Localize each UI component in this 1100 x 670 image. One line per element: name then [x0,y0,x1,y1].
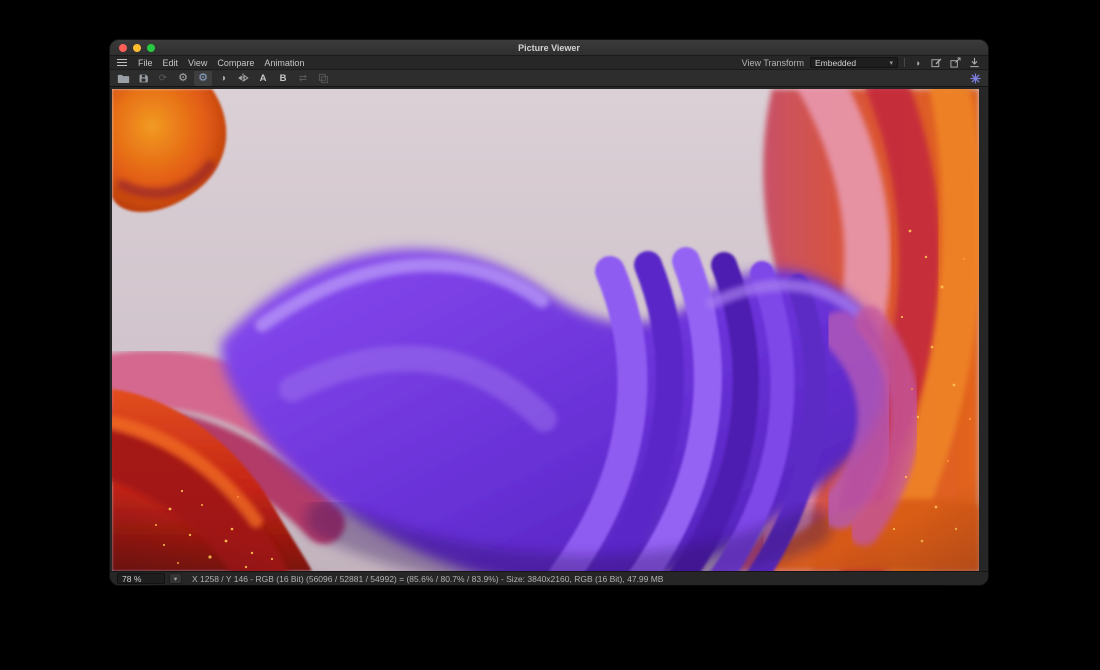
zoom-dropdown-button[interactable]: ▾ [169,573,182,584]
version-b-button[interactable]: B [274,71,292,86]
compare-contrast-button[interactable]: ◑ [214,71,232,86]
window-title: Picture Viewer [110,43,988,53]
folder-icon [117,73,130,84]
save-button[interactable] [134,71,152,86]
display-filter-button[interactable]: ◑ [911,57,924,69]
download-icon [969,57,980,68]
status-info-text: X 1258 / Y 146 - RGB (16 Bit) (56096 / 5… [192,574,663,584]
view-transform-value: Embedded [815,58,856,68]
copy-icon [318,73,329,84]
view-transform-dropdown[interactable]: Embedded ▾ [810,57,898,68]
panel-settings-button[interactable] [966,71,984,86]
statusbar: 78 % ▾ X 1258 / Y 146 - RGB (16 Bit) (56… [110,571,988,585]
menu-animation[interactable]: Animation [264,58,304,68]
swap-ab-button[interactable]: ⇄ [294,71,312,86]
swap-icon: ⇄ [299,73,307,84]
chevron-down-icon: ▾ [889,59,893,67]
view-transform-label: View Transform [742,58,804,68]
blue-asterisk-icon [970,73,981,84]
gear-icon: ⚙ [198,73,208,84]
download-button[interactable] [968,57,981,69]
contrast-icon: ◑ [915,58,920,68]
pen-square-icon [931,57,942,68]
separator [904,58,905,67]
titlebar[interactable]: Picture Viewer [110,40,988,56]
zoom-level-field[interactable]: 78 % [117,573,165,584]
open-in-new-button[interactable] [949,57,962,69]
gear-icon: ⚙ [178,73,188,84]
picture-viewer-window: Picture Viewer File Edit View Compare An… [110,40,988,585]
menu-file[interactable]: File [138,58,153,68]
toolbar: ⟳ ⚙ ⚙ ◑ A B ⇄ [110,70,988,87]
menubar: File Edit View Compare Animation View Tr… [110,56,988,70]
contrast-icon: ◑ [220,73,226,84]
mirror-icon [237,72,249,84]
version-a-button[interactable]: A [254,71,272,86]
menubar-right-controls: View Transform Embedded ▾ ◑ [742,57,981,69]
zoom-value: 78 % [122,574,141,584]
desktop-background: Picture Viewer File Edit View Compare An… [0,0,1100,670]
menu-view[interactable]: View [188,58,207,68]
menu-compare[interactable]: Compare [217,58,254,68]
save-icon [138,73,149,84]
mirror-button[interactable] [234,71,252,86]
hamburger-menu-icon[interactable] [117,62,127,64]
reload-button[interactable]: ⟳ [154,71,172,86]
rendered-image [112,89,979,571]
settings-button[interactable]: ⚙ [174,71,192,86]
reload-icon: ⟳ [159,73,167,84]
image-viewport[interactable] [112,89,979,571]
edit-image-button[interactable] [930,57,943,69]
popout-icon [950,57,961,68]
open-button[interactable] [114,71,132,86]
filter-settings-button[interactable]: ⚙ [194,71,212,86]
dropdown-arrow-icon: ▾ [174,575,177,583]
menu-edit[interactable]: Edit [163,58,179,68]
copy-button[interactable] [314,71,332,86]
